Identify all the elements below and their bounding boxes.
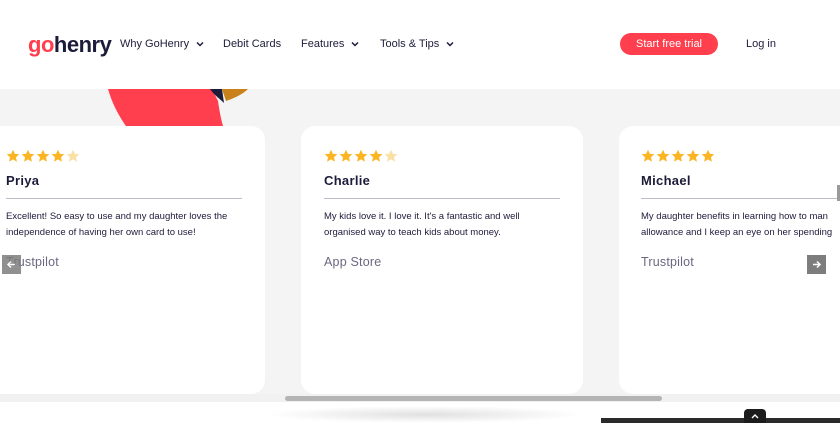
star-icon (339, 149, 353, 162)
star-icon (324, 149, 338, 162)
arrow-left-icon (6, 260, 15, 269)
star-icon (671, 149, 685, 162)
reviewer-name: Michael (641, 173, 691, 188)
nav-why-gohenry[interactable]: Why GoHenry (120, 37, 205, 51)
nav-label: Why GoHenry (120, 38, 190, 50)
nav-label: Tools & Tips (380, 38, 440, 50)
review-text: My daughter benefits in learning how to … (641, 211, 833, 238)
nav-label: Debit Cards (223, 38, 282, 50)
nav-debit-cards[interactable]: Debit Cards (223, 37, 281, 51)
divider (641, 198, 840, 199)
start-free-trial-button[interactable]: Start free trial (620, 33, 718, 55)
shadow (265, 406, 585, 423)
reviewer-name: Charlie (324, 173, 371, 188)
divider (324, 198, 560, 199)
rating-stars (324, 149, 398, 163)
carousel-next-button[interactable] (807, 255, 826, 274)
gohenry-logo[interactable]: gohenry (28, 31, 112, 59)
star-icon (6, 149, 20, 162)
back-to-top-button[interactable] (744, 409, 766, 423)
review-source: Trustpilot (641, 255, 694, 269)
horizontal-scrollbar-thumb[interactable] (285, 396, 662, 401)
star-icon (66, 149, 80, 162)
star-icon (21, 149, 35, 162)
star-icon (354, 149, 368, 162)
star-icon (701, 149, 715, 162)
chevron-up-icon (751, 414, 759, 419)
nav-features[interactable]: Features (301, 37, 360, 51)
review-text: My kids love it. I love it. It's a fanta… (324, 211, 520, 238)
star-icon (384, 149, 398, 162)
nav-tools-tips[interactable]: Tools & Tips (380, 37, 455, 51)
star-icon (51, 149, 65, 162)
site-header: gohenry Why GoHenry Debit Cards Features… (0, 0, 840, 89)
rating-stars (641, 149, 715, 163)
rating-stars (6, 149, 80, 163)
chevron-down-icon (446, 41, 454, 47)
chevron-down-icon (196, 41, 204, 47)
divider (6, 198, 242, 199)
star-icon (656, 149, 670, 162)
star-icon (36, 149, 50, 162)
review-source: App Store (324, 255, 382, 269)
login-link[interactable]: Log in (746, 37, 776, 51)
arrow-right-icon (813, 260, 822, 269)
carousel-prev-button[interactable] (2, 255, 21, 274)
review-text: Excellent! So easy to use and my daughte… (6, 211, 228, 238)
nav-label: Features (301, 38, 345, 50)
chevron-down-icon (351, 41, 359, 47)
decorative-shape (100, 89, 260, 129)
star-icon (369, 149, 383, 162)
star-icon (641, 149, 655, 162)
star-icon (686, 149, 700, 162)
bottom-dark-bar (601, 418, 840, 423)
reviewer-name: Priya (6, 173, 40, 188)
